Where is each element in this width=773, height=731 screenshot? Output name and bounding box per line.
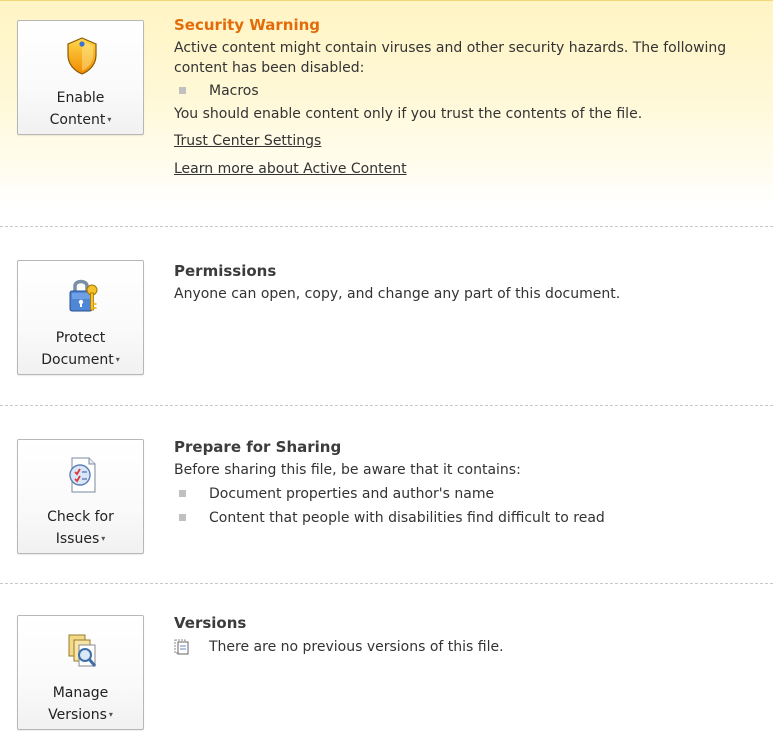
manage-versions-button[interactable]: Manage Versions ▾ bbox=[17, 615, 144, 730]
trust-center-settings-link[interactable]: Trust Center Settings bbox=[174, 133, 321, 149]
prepare-for-sharing-description: Before sharing this file, be aware that … bbox=[174, 462, 521, 478]
check-for-issues-label-line2: Issues ▾ bbox=[55, 531, 106, 547]
check-for-issues-label-line1: Check for bbox=[47, 509, 114, 525]
list-item: Document properties and author's name bbox=[174, 483, 763, 505]
document-version-icon bbox=[174, 639, 189, 655]
enable-content-button[interactable]: Enable Content ▾ bbox=[17, 20, 144, 135]
versions-description: There are no previous versions of this f… bbox=[209, 639, 504, 655]
checklist-icon bbox=[69, 457, 96, 493]
dropdown-arrow-icon: ▾ bbox=[107, 115, 112, 124]
security-warning-content: Security Warning Active content might co… bbox=[174, 14, 763, 177]
manage-versions-label-line1: Manage bbox=[52, 685, 109, 701]
dropdown-arrow-icon: ▾ bbox=[101, 534, 106, 543]
security-warning-section: Enable Content ▾ Security Warning Active … bbox=[0, 0, 773, 205]
versions-title: Versions bbox=[174, 614, 247, 632]
list-item: Macros bbox=[174, 80, 763, 102]
prepare-for-sharing-content: Prepare for Sharing Before sharing this … bbox=[174, 436, 763, 529]
versions-section: Manage Versions ▾ Versions There are no p… bbox=[0, 584, 773, 731]
permissions-section: Protect Document ▾ Permissions Anyone can… bbox=[0, 227, 773, 405]
manage-versions-label-line2: Versions ▾ bbox=[48, 707, 113, 723]
protect-document-button[interactable]: Protect Document ▾ bbox=[17, 260, 144, 375]
bullet-icon bbox=[179, 514, 186, 521]
enable-content-label-line1: Enable bbox=[56, 90, 105, 106]
list-item-label: Document properties and author's name bbox=[209, 486, 495, 502]
dropdown-arrow-icon: ▾ bbox=[115, 355, 120, 364]
dropdown-arrow-icon: ▾ bbox=[108, 710, 113, 719]
security-warning-description: Active content might contain viruses and… bbox=[174, 40, 727, 76]
permissions-description: Anyone can open, copy, and change any pa… bbox=[174, 286, 621, 302]
list-item: Content that people with disabilities fi… bbox=[174, 507, 763, 529]
prepare-for-sharing-title: Prepare for Sharing bbox=[174, 438, 342, 456]
check-for-issues-button[interactable]: Check for Issues ▾ bbox=[17, 439, 144, 554]
list-item-label: Macros bbox=[209, 83, 259, 99]
versions-magnifier-icon bbox=[68, 634, 97, 667]
versions-content: Versions There are no previous versions … bbox=[174, 612, 763, 658]
protect-document-label-line2: Document ▾ bbox=[41, 352, 120, 368]
permissions-title: Permissions bbox=[174, 262, 277, 280]
enable-content-label-line2: Content ▾ bbox=[49, 112, 112, 128]
permissions-content: Permissions Anyone can open, copy, and c… bbox=[174, 260, 763, 304]
versions-status: There are no previous versions of this f… bbox=[174, 636, 763, 658]
protect-document-label-line1: Protect bbox=[55, 330, 106, 346]
learn-more-active-content-link[interactable]: Learn more about Active Content bbox=[174, 161, 407, 177]
security-warning-advice: You should enable content only if you tr… bbox=[174, 106, 643, 122]
lock-key-icon bbox=[69, 279, 98, 312]
security-warning-title: Security Warning bbox=[174, 16, 321, 34]
bullet-icon bbox=[179, 490, 186, 497]
bullet-icon bbox=[179, 87, 186, 94]
list-item-label: Content that people with disabilities fi… bbox=[209, 510, 605, 526]
shield-icon bbox=[67, 37, 97, 75]
prepare-for-sharing-section: Check for Issues ▾ Prepare for Sharing Be… bbox=[0, 406, 773, 583]
